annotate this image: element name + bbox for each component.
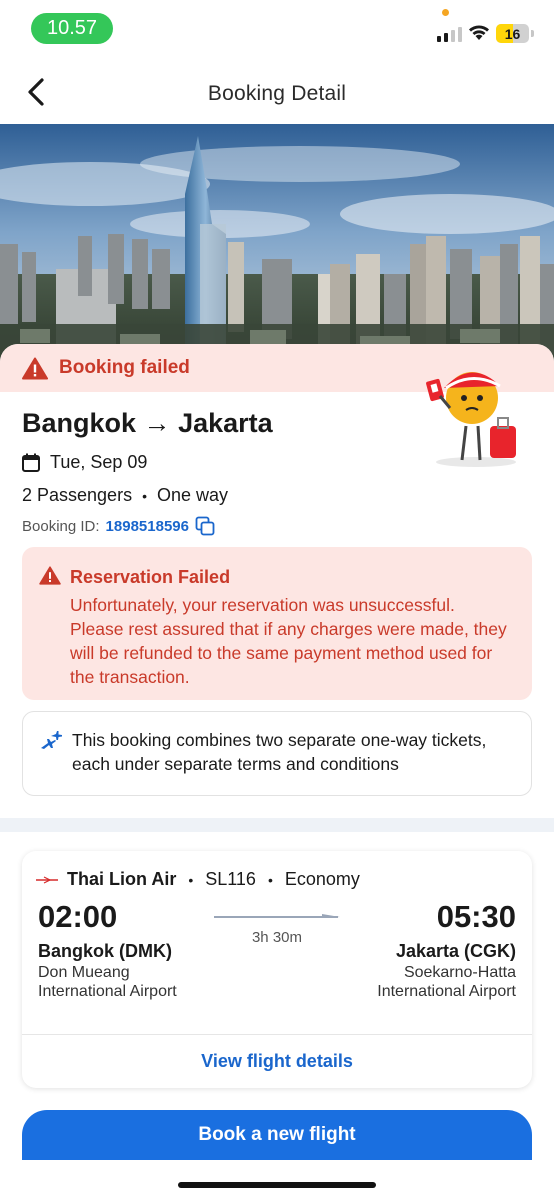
flight-path-arrow-icon [214,914,340,918]
route-destination: Jakarta [178,408,273,438]
travel-date-row: Tue, Sep 09 [22,452,147,473]
booking-id-label: Booking ID: [22,517,100,535]
passenger-count: 2 Passengers [22,485,133,505]
privacy-indicator-dot [442,9,449,16]
flight-card: Thai Lion Air • SL116 • Economy 02:00 05… [22,851,532,1088]
separate-tickets-text: This booking combines two separate one-w… [72,730,487,774]
status-time: 10.57 [31,13,113,44]
route-title: Bangkok → Jakarta [22,408,273,439]
home-indicator[interactable] [178,1182,376,1188]
booking-id-row: Booking ID: 1898518596 [22,516,215,536]
arrival-airport: Soekarno-Hatta International Airport [377,964,516,1000]
booking-summary-card: Booking failed Bangkok → Jakarta Tue, Se… [0,344,554,818]
arrival-time: 05:30 [436,899,516,934]
destination-hero-image [0,124,554,364]
book-new-flight-label: Book a new flight [198,1124,356,1145]
mascot-illustration [426,372,516,467]
booking-failed-label: Booking failed [59,357,190,378]
separator-dot: • [142,488,147,504]
flight-duration: 3h 30m [251,929,303,946]
warning-icon [39,566,61,585]
battery-tip [531,30,534,37]
battery-level: 16 [504,25,521,42]
battery-icon: 16 [496,24,529,43]
airplanes-icon [41,731,62,749]
warning-icon [22,357,48,379]
header: Booking Detail [0,58,554,124]
passengers-row: 2 Passengers • One way [22,485,228,506]
airline-row: Thai Lion Air • SL116 • Economy [36,869,360,890]
trip-type: One way [157,485,229,505]
booking-id-value: 1898518596 [105,517,189,535]
section-divider [0,818,554,832]
arrival-city-code: Jakarta (CGK) [395,941,516,961]
alert-title: Reservation Failed [70,567,231,587]
cabin-class: Economy [284,869,360,889]
departure-time: 02:00 [38,899,118,934]
alert-message: Unfortunately, your reservation was unsu… [70,595,507,687]
calendar-icon [22,453,40,472]
departure-city-code: Bangkok (DMK) [38,941,172,961]
card-divider [22,1034,532,1035]
signal-icon [437,26,462,42]
departure-airport: Don Mueang International Airport [38,964,177,1000]
separator-dot: • [188,871,194,888]
copy-icon[interactable] [195,516,215,536]
route-origin: Bangkok [22,408,137,438]
reservation-failed-alert: Reservation Failed Unfortunately, your r… [22,547,532,700]
separate-tickets-notice: This booking combines two separate one-w… [22,711,532,796]
airline-name: Thai Lion Air [67,869,177,889]
page-title: Booking Detail [207,82,347,105]
separator-dot: • [267,871,273,888]
book-new-flight-button[interactable]: Book a new flight [22,1110,532,1160]
airline-logo-icon [36,875,58,884]
travel-date: Tue, Sep 09 [50,452,148,472]
wifi-icon [469,25,489,40]
view-flight-details-link[interactable]: View flight details [22,1051,532,1072]
route-arrow: → [143,408,171,438]
status-bar: 10.57 16 [0,0,554,58]
flight-number: SL116 [205,869,256,889]
